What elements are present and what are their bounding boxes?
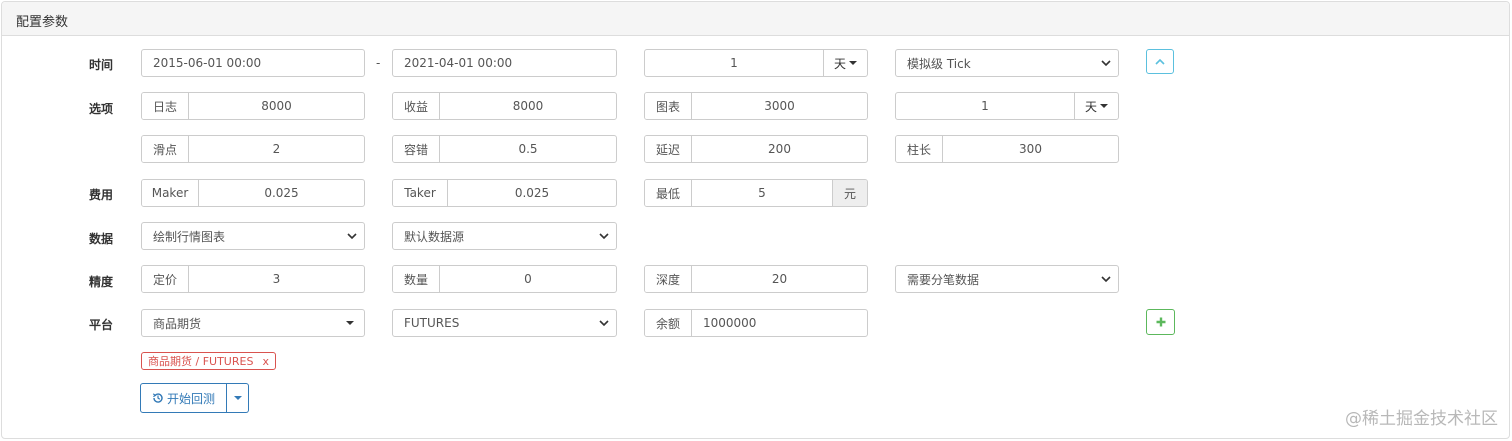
taker-fee-input-group: Taker 0.025 xyxy=(392,179,617,207)
caret-down-icon xyxy=(1100,104,1108,108)
chevron-down-icon xyxy=(599,320,609,327)
exchange-select[interactable]: 商品期货 xyxy=(141,309,365,337)
bar-length-addon: 柱长 xyxy=(896,136,943,162)
tolerance-addon: 容错 xyxy=(393,136,440,162)
label-fees: 费用 xyxy=(89,188,114,202)
min-fee-addon: 最低 xyxy=(645,180,692,206)
chart-input-group: 图表 3000 xyxy=(644,92,868,120)
profit-input[interactable]: 8000 xyxy=(440,93,616,119)
delay-addon: 延迟 xyxy=(645,136,692,162)
maker-addon: Maker xyxy=(142,180,199,206)
balance-addon: 余额 xyxy=(645,310,692,336)
trades-mode-value: 需要分笔数据 xyxy=(907,272,980,287)
end-time-input[interactable]: 2021-04-01 00:00 xyxy=(392,49,617,77)
chart-mode-select[interactable]: 绘制行情图表 xyxy=(141,222,365,250)
maker-fee-input[interactable]: 0.025 xyxy=(199,180,364,206)
depth-input[interactable]: 20 xyxy=(692,266,867,292)
start-backtest-button[interactable]: 开始回测 xyxy=(140,383,228,413)
price-precision-input-group: 定价 3 xyxy=(141,265,365,293)
exchange-value: 商品期货 xyxy=(153,316,202,331)
add-platform-button[interactable] xyxy=(1146,309,1175,335)
slippage-input-group: 滑点 2 xyxy=(141,135,365,163)
price-precision-addon: 定价 xyxy=(142,266,189,292)
caret-down-icon xyxy=(233,396,242,400)
caret-down-icon xyxy=(346,321,354,325)
delay-input-group: 延迟 200 xyxy=(644,135,868,163)
trades-mode-select[interactable]: 需要分笔数据 xyxy=(895,265,1119,293)
label-options: 选项 xyxy=(89,102,114,116)
tolerance-input[interactable]: 0.5 xyxy=(440,136,616,162)
plus-icon xyxy=(1156,317,1165,327)
chevron-down-icon xyxy=(347,233,357,240)
start-time-input[interactable]: 2015-06-01 00:00 xyxy=(141,49,365,77)
panel-title: 配置参数 xyxy=(16,15,69,30)
start-time-value: 2015-06-01 00:00 xyxy=(153,56,262,70)
label-precision: 精度 xyxy=(89,275,114,289)
label-data: 数据 xyxy=(89,232,114,246)
chevron-up-icon xyxy=(1155,58,1165,65)
tolerance-input-group: 容错 0.5 xyxy=(392,135,617,163)
profit-input-group: 收益 8000 xyxy=(392,92,617,120)
kline-unit-dropdown[interactable]: 天 xyxy=(1074,93,1118,119)
simulation-mode-value: 模拟级 Tick xyxy=(907,56,971,71)
date-range-separator: - xyxy=(376,56,381,70)
qty-precision-input-group: 数量 0 xyxy=(392,265,617,293)
period-input-group: 1 天 xyxy=(644,49,868,77)
collapse-button[interactable] xyxy=(1146,49,1174,74)
balance-input-group: 余额 1000000 xyxy=(644,309,868,337)
currency-addon: 元 xyxy=(832,180,867,206)
platform-tag-label: 商品期货 / FUTURES xyxy=(148,355,254,368)
period-unit-label: 天 xyxy=(833,56,846,71)
start-backtest-dropdown-toggle[interactable] xyxy=(227,383,250,413)
kline-period-input[interactable]: 1 xyxy=(896,93,1074,119)
log-addon: 日志 xyxy=(142,93,189,119)
bar-length-input-group: 柱长 300 xyxy=(895,135,1119,163)
profit-addon: 收益 xyxy=(393,93,440,119)
chart-input[interactable]: 3000 xyxy=(692,93,867,119)
depth-input-group: 深度 20 xyxy=(644,265,868,293)
simulation-mode-select[interactable]: 模拟级 Tick xyxy=(895,49,1119,77)
qty-precision-input[interactable]: 0 xyxy=(440,266,616,292)
min-fee-input-group: 最低 5 元 xyxy=(644,179,868,207)
period-value-input[interactable]: 1 xyxy=(645,50,823,76)
start-backtest-label: 开始回测 xyxy=(167,391,216,406)
contract-value: FUTURES xyxy=(404,316,460,330)
kline-unit-label: 天 xyxy=(1084,99,1097,114)
kline-period-input-group: 1 天 xyxy=(895,92,1119,120)
taker-fee-input[interactable]: 0.025 xyxy=(448,180,616,206)
qty-precision-addon: 数量 xyxy=(393,266,440,292)
taker-addon: Taker xyxy=(393,180,448,206)
end-time-value: 2021-04-01 00:00 xyxy=(404,56,513,70)
chart-mode-value: 绘制行情图表 xyxy=(153,229,226,244)
data-source-select[interactable]: 默认数据源 xyxy=(392,222,617,250)
chevron-down-icon xyxy=(1101,276,1111,283)
platform-tag: 商品期货 / FUTURES x xyxy=(141,352,276,370)
period-unit-dropdown[interactable]: 天 xyxy=(823,50,867,76)
label-platform: 平台 xyxy=(89,318,114,332)
log-input-group: 日志 8000 xyxy=(141,92,365,120)
chevron-down-icon xyxy=(599,233,609,240)
slippage-input[interactable]: 2 xyxy=(189,136,364,162)
maker-fee-input-group: Maker 0.025 xyxy=(141,179,365,207)
price-precision-input[interactable]: 3 xyxy=(189,266,364,292)
panel-heading: 配置参数 xyxy=(2,2,1509,36)
balance-input[interactable]: 1000000 xyxy=(692,310,867,336)
chart-addon: 图表 xyxy=(645,93,692,119)
caret-down-icon xyxy=(849,61,857,65)
watermark: @稀土掘金技术社区 xyxy=(1345,409,1498,429)
slippage-addon: 滑点 xyxy=(142,136,189,162)
min-fee-input[interactable]: 5 xyxy=(692,180,832,206)
log-input[interactable]: 8000 xyxy=(189,93,364,119)
data-source-value: 默认数据源 xyxy=(404,229,465,244)
platform-tag-remove[interactable]: x xyxy=(262,355,269,368)
label-time: 时间 xyxy=(89,58,114,72)
depth-addon: 深度 xyxy=(645,266,692,292)
start-backtest-split-button: 开始回测 xyxy=(140,383,250,413)
delay-input[interactable]: 200 xyxy=(692,136,867,162)
contract-select[interactable]: FUTURES xyxy=(392,309,617,337)
history-icon xyxy=(152,393,163,403)
bar-length-input[interactable]: 300 xyxy=(943,136,1118,162)
chevron-down-icon xyxy=(1101,60,1111,67)
